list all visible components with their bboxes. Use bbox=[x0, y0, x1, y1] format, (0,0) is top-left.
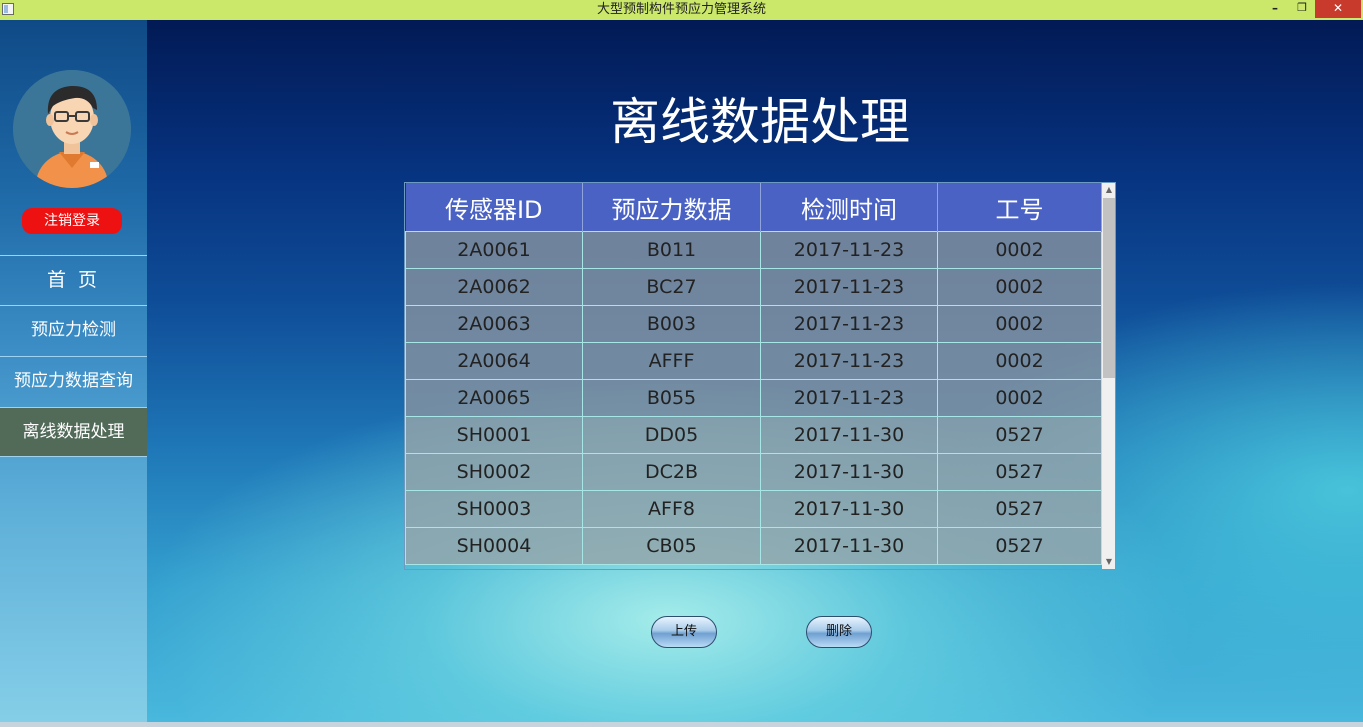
scroll-down-arrow-icon[interactable]: ▼ bbox=[1102, 555, 1115, 569]
table-cell[interactable]: 0527 bbox=[937, 453, 1102, 491]
table-cell[interactable]: 0527 bbox=[937, 416, 1102, 454]
table-cell[interactable]: 2017-11-23 bbox=[760, 342, 938, 380]
table-row[interactable]: 2A0061 B011 2017-11-23 0002 bbox=[405, 231, 1102, 269]
title-bar: 大型预制构件预应力管理系统 – ❐ ✕ bbox=[0, 0, 1363, 21]
user-avatar bbox=[13, 70, 131, 188]
data-table: 传感器ID 预应力数据 检测时间 工号 2A0061 B011 2017-11-23… bbox=[405, 183, 1102, 565]
table-cell[interactable]: SH0001 bbox=[405, 416, 583, 454]
page-title: 离线数据处理 bbox=[610, 93, 910, 151]
nav-item-offline-data-processing[interactable]: 离线数据处理 bbox=[0, 407, 147, 457]
table-cell[interactable]: 2A0061 bbox=[405, 231, 583, 269]
main-content: 离线数据处理 传感器ID 预应力数据 检测时间 工号 2A0061 B011 201… bbox=[147, 20, 1363, 727]
table-cell[interactable]: 0002 bbox=[937, 268, 1102, 306]
table-cell[interactable]: 2017-11-30 bbox=[760, 527, 938, 565]
minimize-button[interactable]: – bbox=[1262, 0, 1288, 18]
table-cell[interactable]: 0002 bbox=[937, 379, 1102, 417]
table-cell[interactable]: CB05 bbox=[582, 527, 761, 565]
table-cell[interactable]: 2A0062 bbox=[405, 268, 583, 306]
table-row[interactable]: 2A0065 B055 2017-11-23 0002 bbox=[405, 379, 1102, 417]
table-row[interactable]: SH0004 CB05 2017-11-30 0527 bbox=[405, 527, 1102, 565]
table-cell[interactable]: 2017-11-23 bbox=[760, 305, 938, 343]
table-row[interactable]: SH0002 DC2B 2017-11-30 0527 bbox=[405, 453, 1102, 491]
table-cell[interactable]: 2017-11-30 bbox=[760, 416, 938, 454]
table-row[interactable]: SH0001 DD05 2017-11-30 0527 bbox=[405, 416, 1102, 454]
table-header-row: 传感器ID 预应力数据 检测时间 工号 bbox=[405, 183, 1102, 232]
table-row[interactable]: SH0003 AFF8 2017-11-30 0527 bbox=[405, 490, 1102, 528]
table-cell[interactable]: 0527 bbox=[937, 490, 1102, 528]
table-row[interactable]: 2A0063 B003 2017-11-23 0002 bbox=[405, 305, 1102, 343]
table-cell[interactable]: DD05 bbox=[582, 416, 761, 454]
scroll-up-arrow-icon[interactable]: ▲ bbox=[1102, 183, 1115, 197]
table-cell[interactable]: 2017-11-23 bbox=[760, 379, 938, 417]
scrollbar-thumb[interactable] bbox=[1103, 198, 1115, 378]
table-cell[interactable]: 0002 bbox=[937, 342, 1102, 380]
close-button[interactable]: ✕ bbox=[1315, 0, 1361, 18]
table-cell[interactable]: 2A0063 bbox=[405, 305, 583, 343]
table-cell[interactable]: 2017-11-30 bbox=[760, 490, 938, 528]
table-cell[interactable]: 2017-11-30 bbox=[760, 453, 938, 491]
user-avatar-icon bbox=[13, 70, 131, 188]
table-cell[interactable]: AFF8 bbox=[582, 490, 761, 528]
table-scrollbar[interactable]: ▲ ▼ bbox=[1102, 183, 1115, 569]
column-header-detection-time[interactable]: 检测时间 bbox=[760, 183, 938, 232]
table-cell[interactable]: 2A0064 bbox=[405, 342, 583, 380]
taskbar-strip bbox=[0, 722, 1363, 727]
table-row[interactable]: 2A0062 BC27 2017-11-23 0002 bbox=[405, 268, 1102, 306]
table-cell[interactable]: B011 bbox=[582, 231, 761, 269]
column-header-prestress-data[interactable]: 预应力数据 bbox=[582, 183, 761, 232]
window-title: 大型预制构件预应力管理系统 bbox=[596, 2, 766, 17]
table-cell[interactable]: SH0003 bbox=[405, 490, 583, 528]
table-cell[interactable]: 0002 bbox=[937, 231, 1102, 269]
sidebar: 注销登录 首 页 预应力检测 预应力数据查询 离线数据处理 bbox=[0, 20, 147, 727]
table-cell[interactable]: 2017-11-23 bbox=[760, 268, 938, 306]
upload-button[interactable]: 上传 bbox=[651, 616, 717, 648]
table-cell[interactable]: 2A0065 bbox=[405, 379, 583, 417]
data-table-container: 传感器ID 预应力数据 检测时间 工号 2A0061 B011 2017-11-23… bbox=[404, 182, 1116, 570]
table-cell[interactable]: 0527 bbox=[937, 527, 1102, 565]
table-cell[interactable]: B003 bbox=[582, 305, 761, 343]
column-header-sensor-id[interactable]: 传感器ID bbox=[405, 183, 583, 232]
column-header-employee-id[interactable]: 工号 bbox=[937, 183, 1102, 232]
table-cell[interactable]: B055 bbox=[582, 379, 761, 417]
maximize-button[interactable]: ❐ bbox=[1290, 0, 1314, 18]
table-cell[interactable]: AFFF bbox=[582, 342, 761, 380]
table-cell[interactable]: SH0004 bbox=[405, 527, 583, 565]
table-cell[interactable]: 2017-11-23 bbox=[760, 231, 938, 269]
nav-item-home[interactable]: 首 页 bbox=[0, 255, 147, 305]
table-cell[interactable]: BC27 bbox=[582, 268, 761, 306]
table-cell[interactable]: SH0002 bbox=[405, 453, 583, 491]
logout-button[interactable]: 注销登录 bbox=[22, 208, 122, 234]
table-cell[interactable]: 0002 bbox=[937, 305, 1102, 343]
nav-item-prestress-detection[interactable]: 预应力检测 bbox=[0, 305, 147, 355]
table-row[interactable]: 2A0064 AFFF 2017-11-23 0002 bbox=[405, 342, 1102, 380]
table-cell[interactable]: DC2B bbox=[582, 453, 761, 491]
delete-button[interactable]: 删除 bbox=[806, 616, 872, 648]
nav-item-prestress-data-query[interactable]: 预应力数据查询 bbox=[0, 356, 147, 406]
